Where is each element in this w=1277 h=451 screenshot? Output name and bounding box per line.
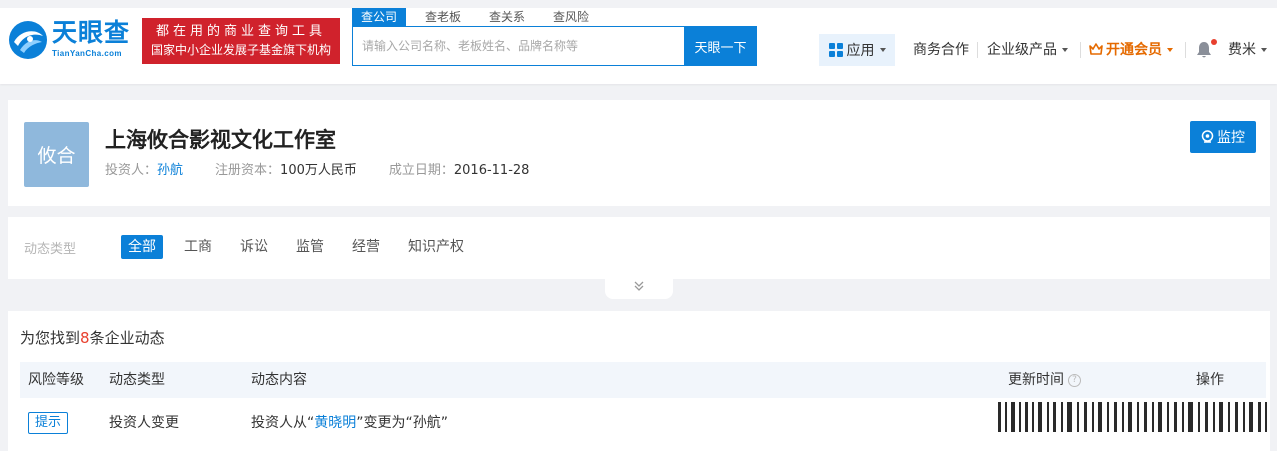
investor-link[interactable]: 孙航 — [157, 163, 183, 178]
content-mid: ”变更为“ — [356, 415, 413, 431]
user-menu[interactable]: 费米 — [1228, 34, 1267, 66]
apps-menu-button[interactable]: 应用 — [819, 34, 895, 66]
column-header-type: 动态类型 — [109, 372, 165, 388]
slogan-banner: 都在用的商业查询工具 国家中小企业发展子基金旗下机构 — [142, 18, 340, 64]
nav-divider — [1185, 42, 1186, 58]
dynamics-results: 为您找到8条企业动态 风险等级 动态类型 动态内容 更新时间? 操作 提示 投资… — [8, 311, 1270, 451]
chevron-down-icon — [1261, 48, 1267, 52]
monitor-label: 监控 — [1217, 130, 1245, 146]
company-logo: 攸合 — [24, 122, 89, 187]
filter-label: 动态类型 — [24, 242, 77, 257]
risk-badge: 提示 — [28, 412, 69, 434]
investor-label: 投资人： — [105, 163, 158, 178]
expand-filter-toggle[interactable] — [605, 279, 673, 299]
table-header: 风险等级 动态类型 动态内容 更新时间? 操作 — [20, 362, 1266, 398]
search-tab-risk[interactable]: 查风险 — [544, 8, 598, 26]
logo-domain: TianYanCha.com — [52, 49, 122, 58]
search-tab-relation[interactable]: 查关系 — [480, 8, 534, 26]
apps-grid-icon — [828, 43, 843, 57]
dynamic-type-filter: 动态类型 全部 工商 诉讼 监管 经营 知识产权 — [8, 217, 1270, 279]
founded-label: 成立日期： — [388, 163, 454, 178]
nav-divider — [977, 42, 978, 58]
company-name: 上海攸合影视文化工作室 — [105, 128, 336, 152]
founded-field: 成立日期：2016-11-28 — [389, 159, 530, 178]
filter-tab-all[interactable]: 全部 — [121, 235, 163, 259]
company-meta: 投资人：孙航 注册资本：100万人民币 成立日期：2016-11-28 — [105, 159, 561, 178]
column-header-risk: 风险等级 — [28, 372, 84, 388]
filter-tabs: 全部 工商 诉讼 监管 经营 知识产权 — [121, 235, 485, 259]
results-summary: 为您找到8条企业动态 — [20, 327, 165, 348]
slogan-line2: 国家中小企业发展子基金旗下机构 — [150, 43, 331, 57]
location-pin-icon — [1201, 130, 1214, 143]
slogan-line1: 都在用的商业查询工具 — [155, 24, 326, 39]
column-header-time: 更新时间? — [1008, 362, 1081, 398]
investor-field: 投资人：孙航 — [105, 159, 183, 178]
username: 费米 — [1228, 42, 1256, 58]
company-header-card: 攸合 上海攸合影视文化工作室 投资人：孙航 注册资本：100万人民币 成立日期：… — [8, 100, 1270, 206]
search-tab-company[interactable]: 查公司 — [352, 8, 407, 26]
risk-cell: 提示 — [28, 398, 69, 448]
nav-enterprise-label: 企业级产品 — [987, 42, 1057, 58]
watermark-stripes — [998, 402, 1267, 432]
site-logo[interactable]: 天眼查 TianYanCha.com — [8, 18, 134, 64]
bell-icon[interactable] — [1196, 41, 1212, 59]
search-tab-boss[interactable]: 查老板 — [416, 8, 470, 26]
capital-value: 100万人民币 — [280, 163, 357, 178]
new-investor: 孙航 — [412, 415, 441, 431]
founded-value: 2016-11-28 — [453, 163, 530, 178]
column-header-time-label: 更新时间 — [1008, 372, 1064, 388]
filter-tab-ip[interactable]: 知识产权 — [401, 235, 471, 259]
double-chevron-down-icon — [634, 281, 644, 291]
content-cell: 投资人从“黄晓明”变更为“孙航” — [251, 398, 448, 448]
nav-enterprise-products[interactable]: 企业级产品 — [987, 34, 1068, 66]
content-suffix: ” — [440, 415, 449, 431]
filter-tab-operation[interactable]: 经营 — [345, 235, 387, 259]
results-prefix: 为您找到 — [20, 329, 81, 347]
filter-tab-litigation[interactable]: 诉讼 — [233, 235, 275, 259]
nav-business-cooperation[interactable]: 商务合作 — [913, 34, 969, 66]
help-icon[interactable]: ? — [1068, 373, 1081, 387]
filter-tab-business[interactable]: 工商 — [177, 235, 219, 259]
search-type-tabs: 查公司 查老板 查关系 查风险 — [352, 8, 608, 26]
search-button[interactable]: 天眼一下 — [684, 26, 757, 66]
chevron-down-icon — [879, 48, 886, 52]
chevron-down-icon — [1167, 48, 1173, 52]
monitor-button[interactable]: 监控 — [1190, 121, 1256, 153]
nav-vip-label: 开通会员 — [1106, 42, 1162, 58]
search-input[interactable] — [353, 27, 683, 65]
logo-text: 天眼查 — [52, 18, 131, 47]
search-box: 天眼一下 — [352, 26, 757, 66]
crown-icon — [1089, 43, 1103, 55]
results-count: 8 — [80, 329, 90, 347]
apps-menu-label: 应用 — [846, 43, 875, 59]
column-header-action: 操作 — [1196, 372, 1224, 388]
type-cell: 投资人变更 — [109, 415, 179, 431]
previous-investor-link[interactable]: 黄晓明 — [314, 415, 356, 431]
nav-vip-membership[interactable]: 开通会员 — [1089, 34, 1173, 66]
chevron-down-icon — [1062, 48, 1068, 52]
content-prefix: 投资人从“ — [251, 415, 315, 431]
column-header-content: 动态内容 — [251, 372, 307, 388]
nav-divider — [1080, 42, 1081, 58]
notification-dot — [1211, 39, 1217, 45]
tianyancha-eye-icon — [9, 21, 47, 59]
filter-tab-regulation[interactable]: 监管 — [289, 235, 331, 259]
capital-label: 注册资本： — [215, 163, 281, 178]
results-suffix: 条企业动态 — [89, 329, 165, 347]
capital-field: 注册资本：100万人民币 — [215, 159, 357, 178]
